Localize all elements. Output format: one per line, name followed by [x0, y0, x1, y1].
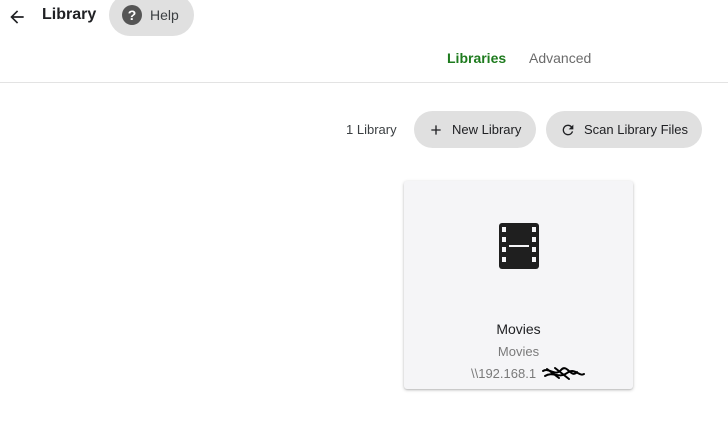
- library-card[interactable]: Movies Movies \\192.168.1: [404, 181, 633, 389]
- plus-icon: [428, 122, 444, 138]
- library-count: 1 Library: [346, 122, 397, 137]
- help-button[interactable]: ? Help: [109, 0, 194, 36]
- header-divider: [0, 82, 728, 83]
- redaction-scribble: [542, 367, 585, 380]
- page-title: Library: [42, 6, 97, 23]
- help-icon: ?: [122, 5, 142, 25]
- scan-library-files-label: Scan Library Files: [584, 122, 689, 137]
- refresh-icon: [560, 122, 576, 138]
- arrow-left-icon: [10, 10, 24, 24]
- film-icon: [499, 223, 539, 269]
- new-library-label: New Library: [452, 122, 522, 137]
- help-label: Help: [150, 7, 179, 23]
- app-header: Library ? Help: [0, 0, 728, 36]
- tab-advanced[interactable]: Advanced: [529, 50, 591, 66]
- tab-bar: Libraries Advanced: [0, 44, 728, 82]
- new-library-button[interactable]: New Library: [414, 111, 536, 148]
- back-button[interactable]: [4, 4, 30, 30]
- library-type: Movies: [497, 344, 540, 359]
- scan-library-files-button[interactable]: Scan Library Files: [546, 111, 702, 148]
- library-name: Movies: [496, 321, 541, 337]
- library-path: \\192.168.1: [471, 366, 537, 381]
- tab-libraries[interactable]: Libraries: [447, 50, 506, 66]
